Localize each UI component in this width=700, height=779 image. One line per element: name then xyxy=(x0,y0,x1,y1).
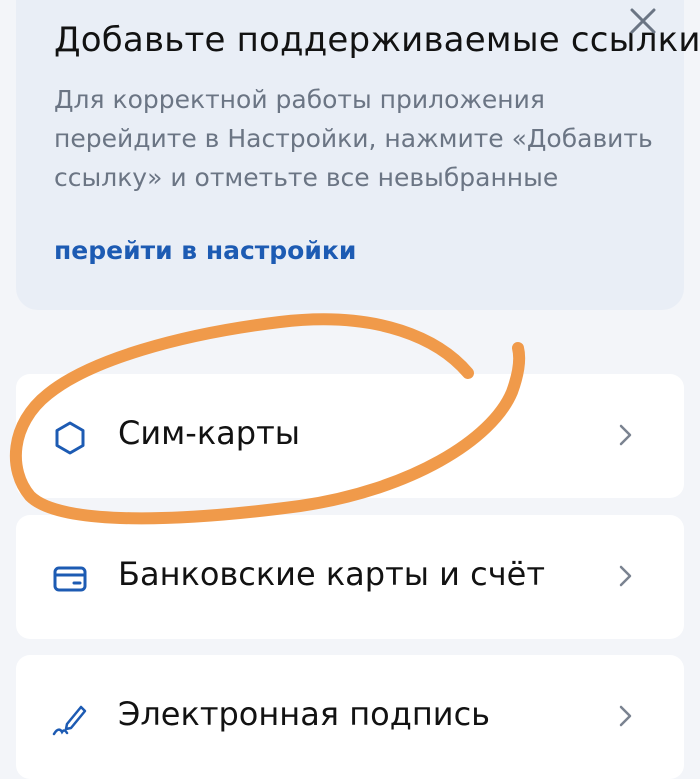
banner-title: Добавьте поддерживаемые ссылки xyxy=(54,20,700,60)
supported-links-banner: Добавьте поддерживаемые ссылки Для корре… xyxy=(16,0,700,310)
banner-description: Для корректной работы приложения перейди… xyxy=(54,85,653,192)
signature-pen-icon xyxy=(52,701,88,737)
menu-item-label: Электронная подпись xyxy=(118,695,491,733)
chevron-right-icon xyxy=(616,703,636,729)
hexagon-icon xyxy=(52,420,88,456)
menu-item-e-signature[interactable]: Электронная подпись xyxy=(16,655,684,779)
menu-item-label: Банковские карты и счёт xyxy=(118,555,545,593)
menu-item-bank-cards[interactable]: Банковские карты и счёт xyxy=(16,515,684,639)
go-to-settings-link[interactable]: перейти в настройки xyxy=(54,236,356,265)
chevron-right-icon xyxy=(616,422,636,448)
menu-item-sim-cards[interactable]: Сим-карты xyxy=(16,374,684,498)
bank-card-icon xyxy=(52,561,88,597)
close-icon[interactable] xyxy=(628,6,658,36)
chevron-right-icon xyxy=(616,563,636,589)
menu-item-label: Сим-карты xyxy=(118,414,300,452)
